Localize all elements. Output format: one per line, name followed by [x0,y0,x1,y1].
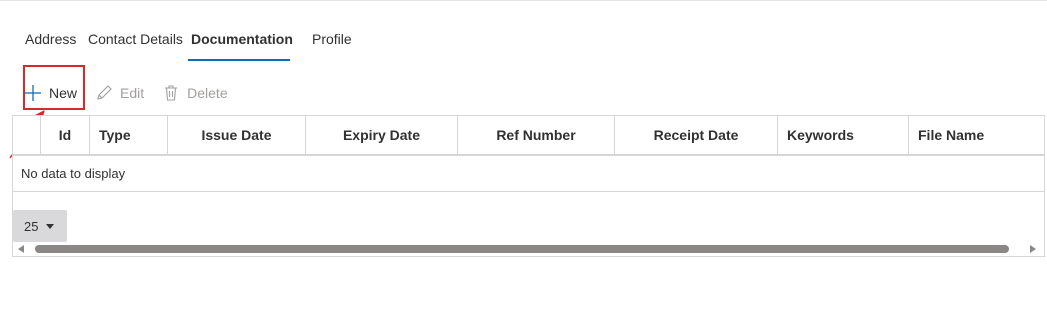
scrollbar-thumb[interactable] [35,245,1009,253]
delete-button[interactable]: Delete [162,78,228,108]
caret-down-icon [46,223,55,229]
column-header-receipt-date[interactable]: Receipt Date [615,116,778,154]
column-header-expiry-date[interactable]: Expiry Date [306,116,458,154]
scroll-left-arrow-icon[interactable] [18,245,24,253]
edit-button-label: Edit [120,85,145,101]
documents-grid: Id Type Issue Date Expiry Date Ref Numbe… [12,115,1045,257]
trash-icon [165,85,178,101]
tab-address[interactable]: Address [15,25,82,61]
grid-header: Id Type Issue Date Expiry Date Ref Numbe… [13,116,1044,156]
column-header-file-name[interactable]: File Name [909,116,1044,154]
column-header-id[interactable]: Id [41,116,90,154]
page-size-value: 25 [24,218,39,234]
edit-button[interactable]: Edit [95,78,144,108]
delete-button-label: Delete [187,85,228,101]
tab-profile[interactable]: Profile [290,25,362,61]
tab-contact-details[interactable]: Contact Details [82,25,188,61]
column-header-type[interactable]: Type [90,116,168,154]
page-size-dropdown[interactable]: 25 [13,210,67,242]
window-top-border [0,0,1047,1]
column-header-keywords[interactable]: Keywords [778,116,909,154]
column-header-select[interactable] [13,116,41,154]
column-header-ref-number[interactable]: Ref Number [458,116,615,154]
tab-bar: Address Contact Details Documentation Pr… [15,25,362,61]
tab-documentation[interactable]: Documentation [188,25,293,61]
horizontal-scrollbar[interactable] [13,243,1044,256]
scroll-right-arrow-icon[interactable] [1030,245,1036,253]
pencil-icon [97,85,112,100]
empty-data-message: No data to display [13,156,1044,192]
column-header-issue-date[interactable]: Issue Date [168,116,306,154]
